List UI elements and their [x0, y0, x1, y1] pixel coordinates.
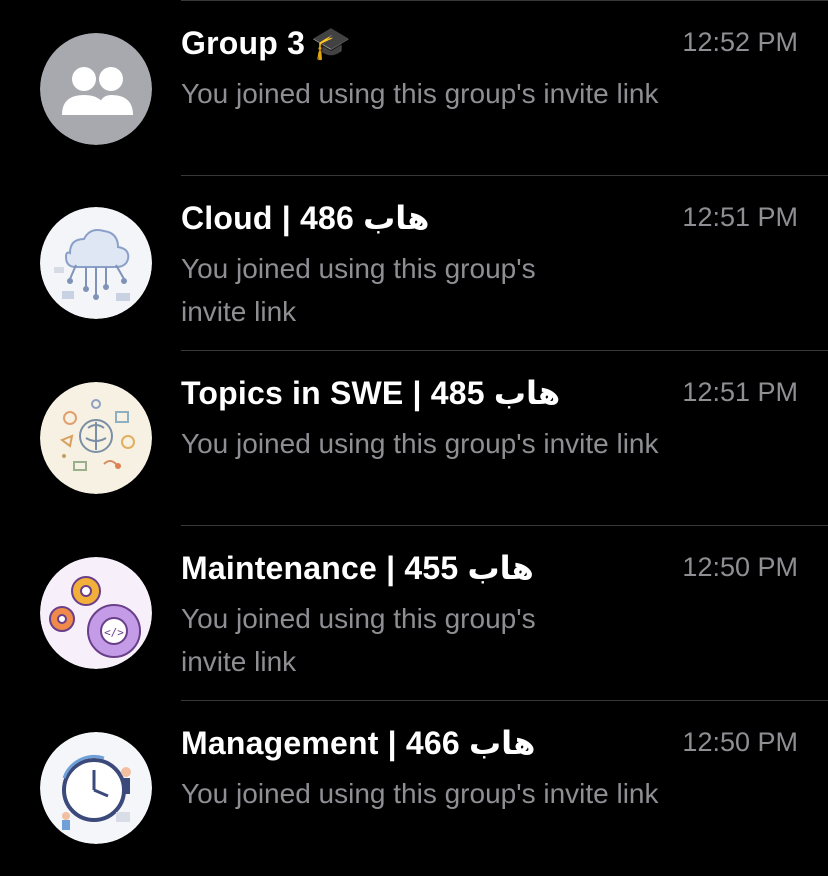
graduation-cap-emoji: 🎓 [311, 25, 352, 61]
clock-team-icon [40, 732, 152, 844]
chat-title: Group 3 🎓 [181, 24, 351, 62]
row-separator [181, 525, 828, 526]
chat-time: 12:50 PM [682, 552, 798, 582]
chat-row-topics-in-swe[interactable]: Topics in SWE | 485 هاب 12:51 PM You joi… [0, 350, 828, 525]
chat-title-text: Group 3 [181, 25, 306, 61]
row-separator [181, 0, 828, 1]
cloud-circuit-icon [40, 207, 152, 319]
gears-code-icon: </> [40, 557, 152, 669]
chat-preview: You joined using this group's invite lin… [181, 428, 659, 459]
row-separator [181, 175, 828, 176]
chat-preview: You joined using this group's invite lin… [181, 603, 536, 677]
chat-time: 12:51 PM [682, 202, 798, 232]
chat-time: 12:52 PM [682, 27, 798, 57]
chat-title: Cloud | 486 هاب [181, 200, 430, 236]
group-placeholder-icon [40, 33, 152, 145]
chat-row-group-3[interactable]: Group 3 🎓 12:52 PM You joined using this … [0, 0, 828, 175]
chat-time: 12:50 PM [682, 727, 798, 757]
row-separator [181, 700, 828, 701]
chat-preview: You joined using this group's invite lin… [181, 778, 659, 809]
tech-doodle-brain-icon [40, 382, 152, 494]
row-separator [181, 350, 828, 351]
chat-row-cloud[interactable]: Cloud | 486 هاب 12:51 PM You joined usin… [0, 175, 828, 350]
svg-text:</>: </> [104, 626, 124, 639]
chat-preview: You joined using this group's invite lin… [181, 78, 659, 109]
chat-time: 12:51 PM [682, 377, 798, 407]
chat-title: Maintenance | 455 هاب [181, 550, 534, 586]
chat-title: Management | 466 هاب [181, 725, 536, 761]
chat-preview: You joined using this group's invite lin… [181, 253, 536, 327]
chat-list: Group 3 🎓 12:52 PM You joined using this … [0, 0, 828, 876]
chat-row-management[interactable]: Management | 466 هاب 12:50 PM You joined… [0, 700, 828, 875]
chat-title: Topics in SWE | 485 هاب [181, 375, 561, 411]
chat-row-maintenance[interactable]: </> Maintenance | 455 هاب 12:50 PM You j… [0, 525, 828, 700]
